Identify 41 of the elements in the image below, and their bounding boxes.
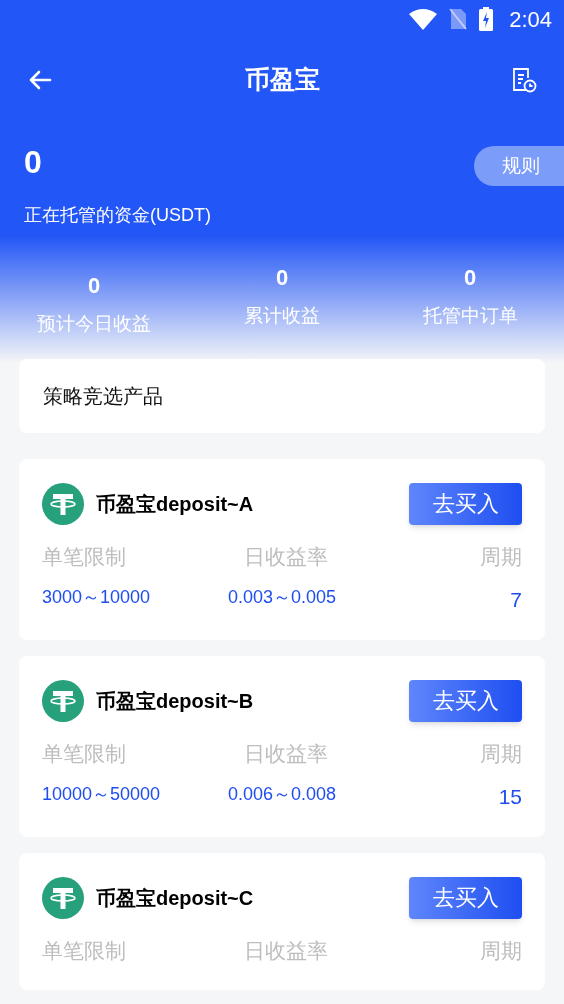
stat-label: 累计收益 (244, 304, 320, 328)
battery-charging-icon (479, 7, 494, 31)
no-sim-icon (449, 8, 468, 30)
stat-value: 0 (87, 272, 101, 300)
column-value: 3000～10000 (42, 586, 152, 609)
wifi-icon (409, 8, 438, 30)
column-label: 周期 (479, 740, 522, 767)
column-label: 单笔限制 (42, 740, 127, 767)
column-label: 单笔限制 (42, 543, 127, 570)
column-label: 周期 (479, 543, 522, 570)
column-label: 日收益率 (243, 740, 329, 767)
stat-value: 0 (275, 264, 289, 292)
column-value: 10000～50000 (42, 783, 162, 806)
buy-button[interactable]: 去买入 (409, 876, 522, 919)
stat-label: 预计今日收益 (37, 312, 151, 336)
custody-amount: 0 (24, 146, 43, 178)
stat-value: 0 (463, 264, 477, 292)
back-arrow-icon (28, 70, 52, 90)
column-label: 单笔限制 (42, 937, 127, 964)
status-time: 2:04 (509, 5, 552, 34)
column-value: 7 (509, 587, 522, 613)
product-name: 币盈宝deposit~B (96, 688, 254, 714)
tether-icon (42, 482, 84, 525)
section-title: 策略竞选产品 (43, 383, 163, 409)
column-label: 日收益率 (243, 543, 329, 570)
column-label: 日收益率 (243, 937, 329, 964)
custody-amount-label: 正在托管的资金(USDT) (24, 204, 211, 227)
document-clock-icon (511, 66, 537, 94)
column-label: 周期 (479, 937, 522, 964)
column-value: 0.006～0.008 (226, 783, 338, 806)
stat-label: 托管中订单 (422, 304, 518, 328)
column-value: 0.003～0.005 (226, 586, 338, 609)
tether-icon (42, 876, 84, 919)
product-name: 币盈宝deposit~C (96, 885, 254, 911)
rules-button[interactable]: 规则 (474, 146, 564, 186)
page-title: 币盈宝 (244, 64, 320, 96)
tether-icon (42, 679, 84, 722)
column-value: 15 (497, 784, 522, 810)
product-name: 币盈宝deposit~A (96, 491, 254, 517)
buy-button[interactable]: 去买入 (409, 482, 522, 525)
buy-button[interactable]: 去买入 (409, 679, 522, 722)
